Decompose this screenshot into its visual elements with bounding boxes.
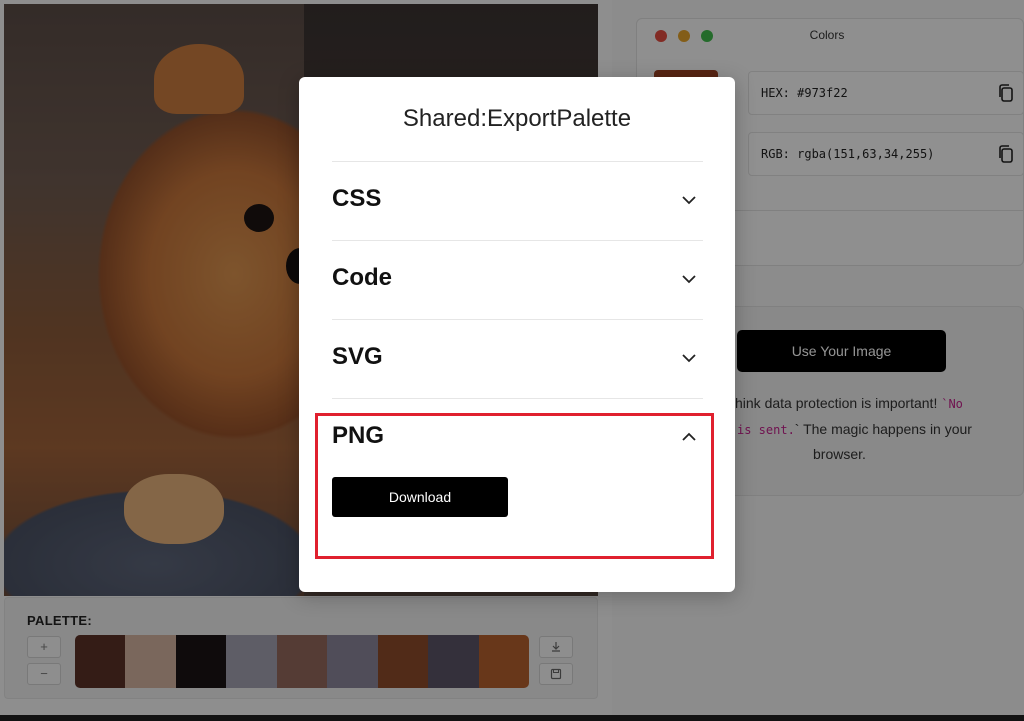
accordion-label: SVG	[332, 343, 383, 370]
chevron-down-icon	[682, 275, 696, 284]
accordion-code[interactable]: Code	[332, 240, 703, 319]
chevron-down-icon	[682, 196, 696, 205]
accordion-css[interactable]: CSS	[332, 161, 703, 240]
modal-title: Shared:ExportPalette	[402, 105, 632, 132]
accordion-label: Code	[332, 264, 392, 291]
png-section-highlight	[315, 413, 714, 559]
accordion-svg[interactable]: SVG	[332, 319, 703, 398]
chevron-down-icon	[682, 354, 696, 363]
accordion-label: CSS	[332, 185, 382, 212]
